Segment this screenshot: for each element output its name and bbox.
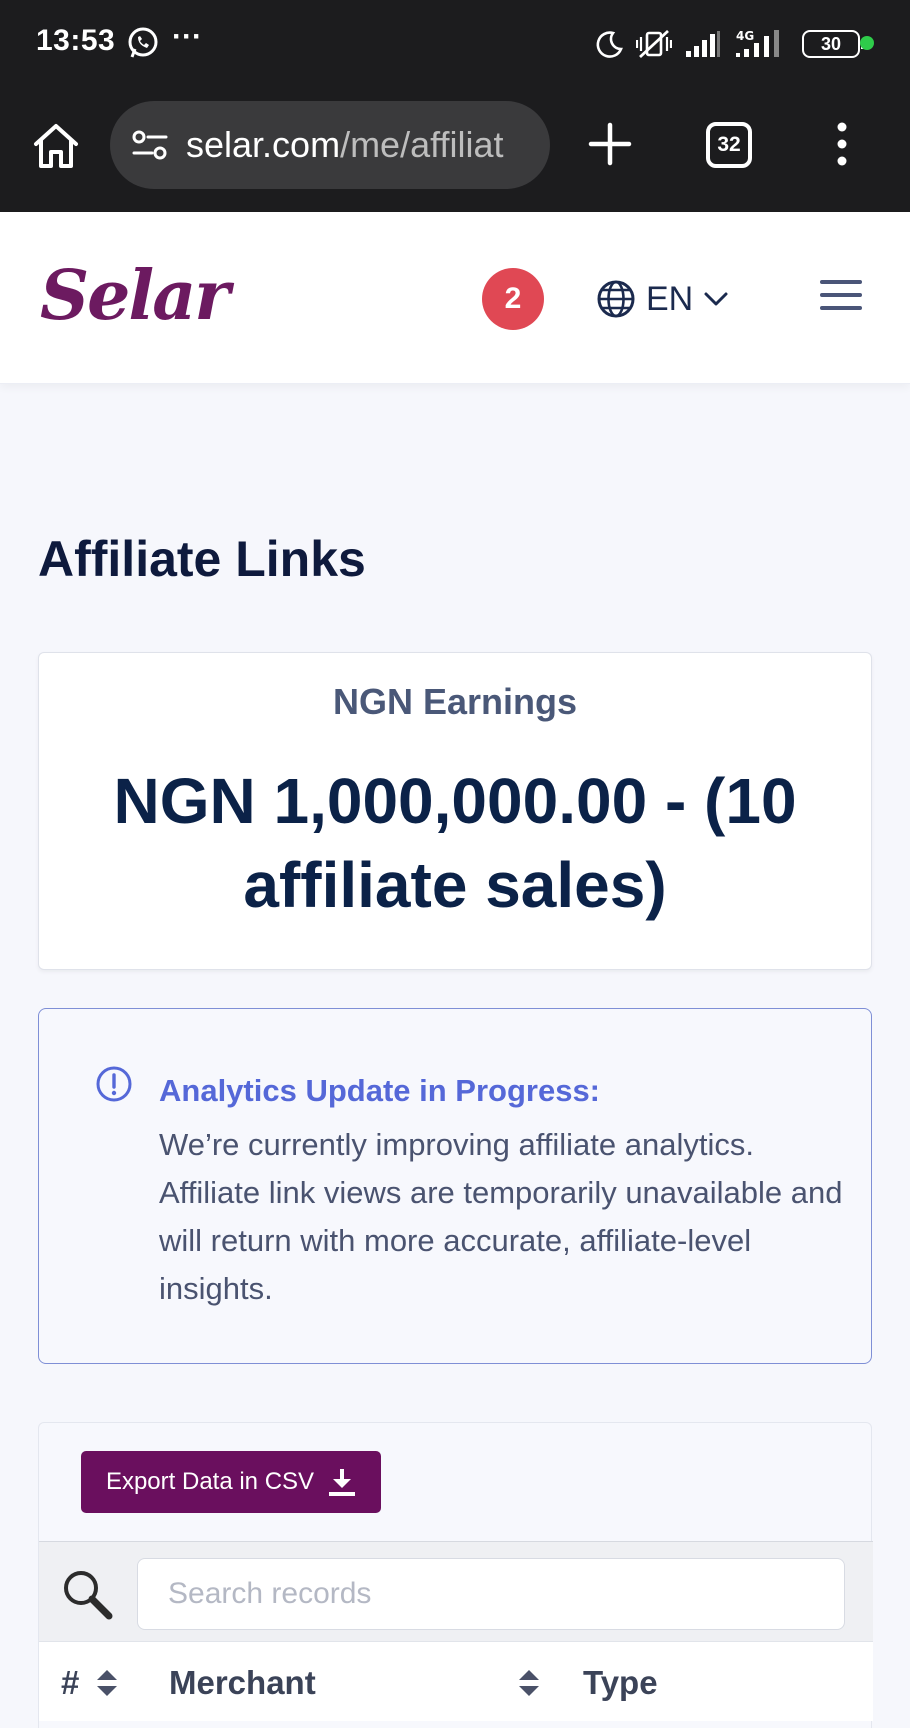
status-icons: 4G 30	[594, 24, 865, 64]
menu-icon[interactable]	[820, 280, 862, 314]
new-tab-icon[interactable]	[588, 122, 632, 166]
selar-logo[interactable]: Selar	[40, 256, 230, 336]
svg-text:4G: 4G	[736, 29, 754, 43]
search-icon	[64, 1571, 113, 1620]
column-header-index[interactable]: #	[61, 1664, 79, 1702]
notice-body: We’re currently improving affiliate anal…	[159, 1127, 843, 1306]
search-bar	[39, 1541, 873, 1641]
export-csv-button[interactable]: Export Data in CSV	[81, 1451, 381, 1513]
url-host: selar.com	[186, 124, 341, 165]
more-options-icon[interactable]	[832, 120, 852, 168]
info-icon	[96, 1066, 132, 1102]
browser-toolbar: selar.com/me/affiliat 32	[0, 96, 910, 196]
signal-icon	[686, 31, 720, 57]
earnings-card: NGN Earnings NGN 1,000,000.00 - (10 affi…	[38, 652, 872, 970]
language-label: EN	[646, 279, 694, 318]
site-header: Selar 2 EN	[0, 212, 910, 384]
earnings-label: NGN Earnings	[332, 681, 578, 722]
chevron-down-icon	[704, 292, 728, 306]
sort-icon[interactable]	[95, 1668, 119, 1698]
sort-icon[interactable]	[517, 1668, 541, 1698]
affiliate-table-card: Export Data in CSV # Merchant Type	[38, 1422, 873, 1728]
download-icon	[329, 1469, 356, 1496]
whatsapp-icon	[128, 27, 158, 58]
column-header-type[interactable]: Type	[583, 1664, 658, 1702]
language-selector[interactable]: EN	[596, 276, 729, 322]
battery-icon: 30	[802, 30, 865, 58]
site-settings-icon[interactable]	[130, 125, 170, 165]
status-time: 13:53	[36, 24, 116, 57]
status-bar: 13:53 ··· 4G 30	[0, 0, 910, 86]
url-text: selar.com/me/affiliat	[186, 124, 503, 166]
table-header: # Merchant Type	[39, 1641, 873, 1721]
signal-4g-icon: 4G	[736, 29, 779, 57]
earnings-value: NGN 1,000,000.00 - (10 affiliate sales)	[113, 765, 797, 921]
tab-switcher-button[interactable]: 32	[706, 122, 752, 168]
privacy-indicator	[860, 36, 874, 50]
home-icon[interactable]	[30, 120, 82, 172]
page-title: Affiliate Links	[38, 531, 366, 587]
browser-chrome: 13:53 ··· 4G 30 selar.com/me/affiliat 32	[0, 0, 910, 212]
moon-icon	[596, 31, 623, 58]
analytics-notice: Analytics Update in Progress: We’re curr…	[38, 1008, 872, 1364]
address-bar[interactable]: selar.com/me/affiliat	[110, 101, 550, 189]
column-header-merchant[interactable]: Merchant	[169, 1664, 316, 1702]
search-input[interactable]	[137, 1558, 845, 1630]
status-more-icon: ···	[172, 20, 202, 53]
globe-icon	[597, 280, 635, 318]
url-path: /me/affiliat	[340, 124, 504, 165]
notification-badge[interactable]: 2	[482, 268, 544, 330]
vibrate-off-icon	[636, 29, 672, 59]
export-csv-label: Export Data in CSV	[105, 1468, 315, 1495]
notice-title: Analytics Update in Progress:	[159, 1073, 601, 1108]
